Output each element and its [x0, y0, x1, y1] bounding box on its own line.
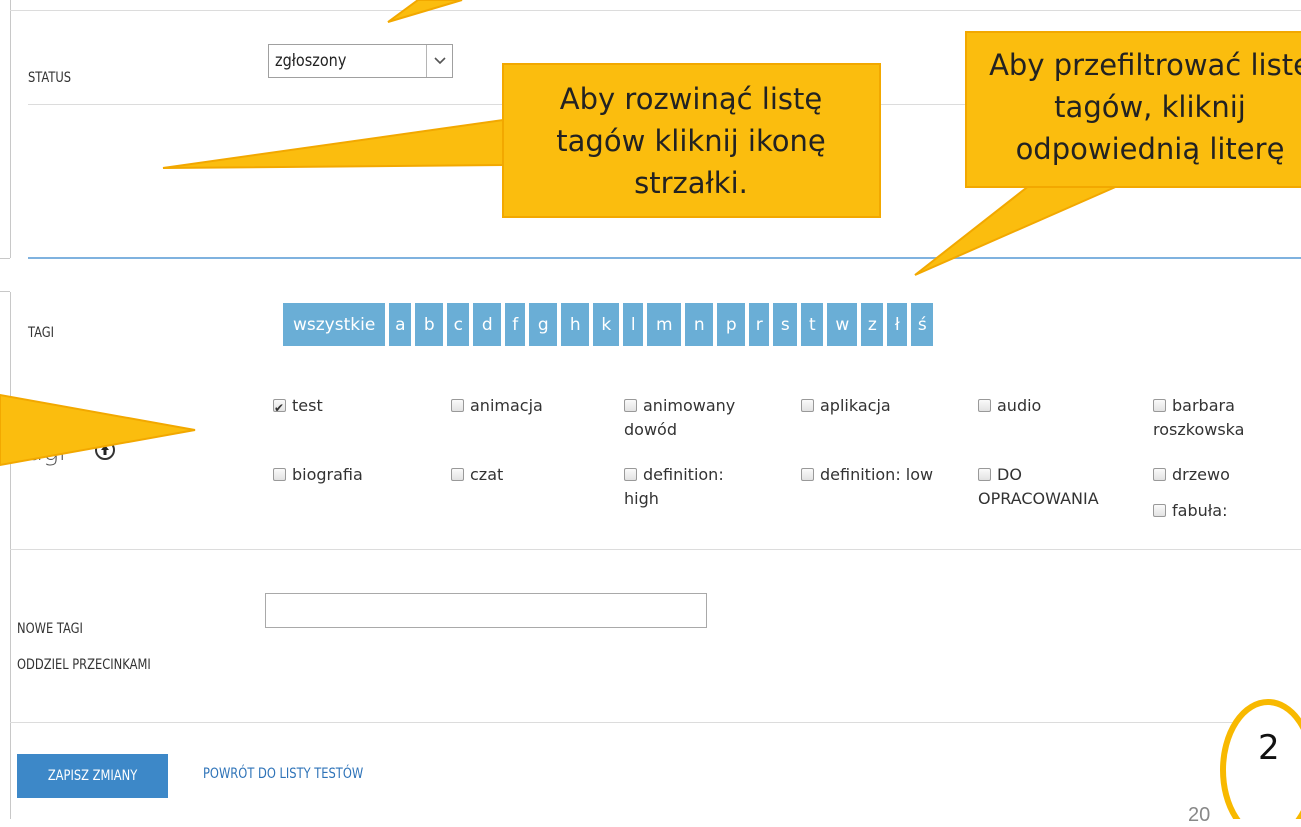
letter-filter-c[interactable]: c	[447, 303, 470, 346]
checkbox[interactable]	[273, 468, 286, 481]
tags-section-divider	[28, 257, 1301, 259]
tags-label: TAGI	[28, 325, 55, 341]
callout-expand-text: Aby rozwinąć listę tagów kliknij ikonę s…	[556, 82, 826, 200]
letter-filter-b[interactable]: b	[415, 303, 444, 346]
checkbox[interactable]	[978, 399, 991, 412]
tag-checkbox-item[interactable]: aplikacja	[801, 394, 951, 418]
tag-checkbox-item[interactable]: definition: high	[624, 463, 754, 511]
checkbox[interactable]	[624, 399, 637, 412]
checkbox[interactable]	[978, 468, 991, 481]
tag-checkbox-item[interactable]: czat	[451, 463, 601, 487]
letter-filter-k[interactable]: k	[593, 303, 620, 346]
letter-filter-z[interactable]: z	[861, 303, 884, 346]
page-number: 20	[1188, 804, 1211, 826]
top-divider	[10, 10, 1301, 11]
letter-filter-l[interactable]: l	[623, 303, 644, 346]
letter-filter-r[interactable]: r	[749, 303, 770, 346]
left-sidebar-edge	[0, 258, 10, 292]
letter-filter-t[interactable]: t	[801, 303, 824, 346]
tag-checkbox-item[interactable]: fabuła:	[1153, 499, 1293, 523]
tag-checkbox-item[interactable]: drzewo	[1153, 463, 1293, 487]
letter-filter-g[interactable]: g	[529, 303, 558, 346]
tag-checkbox-item[interactable]: animowany dowód	[624, 394, 764, 442]
tag-checkbox-item[interactable]: biografia	[273, 463, 423, 487]
letter-filter-s[interactable]: s	[773, 303, 798, 346]
checkbox[interactable]	[451, 468, 464, 481]
letter-filter-f[interactable]: f	[505, 303, 526, 346]
letter-filter-a[interactable]: a	[389, 303, 412, 346]
tags-section-title: tagi	[17, 437, 66, 467]
checkbox[interactable]	[1153, 399, 1166, 412]
letter-filter-all[interactable]: wszystkie	[283, 303, 386, 346]
letter-filter-p[interactable]: p	[717, 303, 746, 346]
new-tags-divider	[10, 722, 1301, 723]
status-select[interactable]: zgłoszony	[268, 44, 453, 78]
save-changes-button[interactable]: ZAPISZ ZMIANY	[17, 754, 168, 798]
tag-checkbox-item[interactable]: barbara roszkowska	[1153, 394, 1293, 442]
letter-filter-l-stroke[interactable]: ł	[887, 303, 908, 346]
status-select-value: zgłoszony	[275, 51, 347, 71]
chevron-down-icon[interactable]	[426, 45, 452, 77]
checkbox[interactable]	[451, 399, 464, 412]
checkbox[interactable]	[1153, 504, 1166, 517]
tag-checkbox-item[interactable]: animacja	[451, 394, 601, 418]
checkbox[interactable]	[801, 399, 814, 412]
back-to-tests-link[interactable]: POWRÓT DO LISTY TESTÓW	[203, 766, 363, 782]
letter-filter-w[interactable]: w	[827, 303, 858, 346]
letter-filter-bar: wszystkie a b c d f g h k l m n p r s t …	[283, 303, 934, 346]
step-number: 2	[1258, 728, 1280, 768]
tag-checkbox-item[interactable]: audio	[978, 394, 1128, 418]
new-tags-hint: ODDZIEL PRZECINKAMI	[17, 657, 151, 673]
new-tags-input[interactable]	[265, 593, 707, 628]
letter-filter-s-acute[interactable]: ś	[911, 303, 934, 346]
tag-checkbox-item[interactable]: definition: low	[801, 463, 976, 487]
letter-filter-n[interactable]: n	[685, 303, 714, 346]
checkbox[interactable]	[624, 468, 637, 481]
new-tags-label: NOWE TAGI	[17, 621, 83, 637]
letter-filter-h[interactable]: h	[561, 303, 590, 346]
checkbox-checked[interactable]	[273, 396, 286, 420]
callout-expand-pointer	[162, 118, 504, 169]
left-border-top	[10, 0, 11, 258]
checkbox[interactable]	[801, 468, 814, 481]
save-changes-label: ZAPISZ ZMIANY	[47, 768, 138, 784]
left-border-bottom	[10, 292, 11, 819]
tag-checkbox-item[interactable]: DO OPRACOWANIA	[978, 463, 1128, 511]
checkbox[interactable]	[1153, 468, 1166, 481]
callout-top-pointer	[387, 0, 463, 23]
letter-filter-m[interactable]: m	[647, 303, 682, 346]
status-label: STATUS	[28, 70, 72, 86]
arrow-up-circle-icon[interactable]	[95, 440, 115, 460]
letter-filter-d[interactable]: d	[473, 303, 502, 346]
tag-checkbox-item[interactable]: test	[273, 394, 423, 420]
tags-divider	[10, 549, 1301, 550]
callout-filter-text: Aby przefiltrować listę tagów, kliknij o…	[989, 48, 1301, 166]
callout-filter-pointer	[914, 184, 1121, 276]
